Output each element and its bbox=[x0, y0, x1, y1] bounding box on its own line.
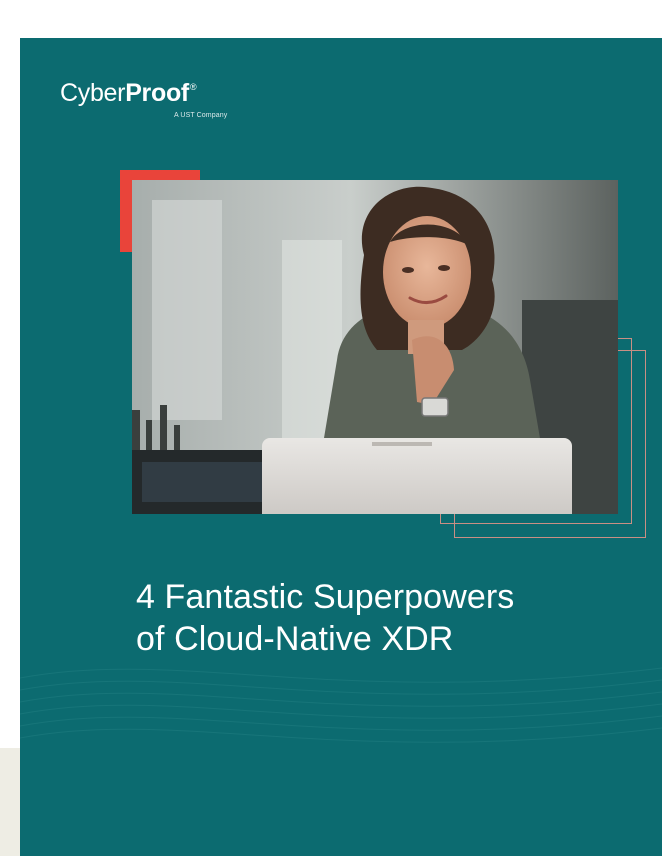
cover-title-line1: 4 Fantastic Superpowers bbox=[136, 578, 515, 616]
logo-text-light: Cyber bbox=[60, 79, 126, 107]
registered-mark: ® bbox=[189, 82, 197, 92]
logo-tagline: A UST Company bbox=[174, 112, 228, 119]
woman-at-laptop-illustration bbox=[132, 180, 618, 514]
cover-photo bbox=[132, 180, 618, 514]
logo-text-bold: Proof bbox=[125, 79, 189, 107]
cover-title: 4 Fantastic Superpowers of Cloud-Native … bbox=[136, 576, 636, 660]
cyberproof-logo: CyberProof® bbox=[60, 79, 197, 107]
cover-title-line2: of Cloud-Native XDR bbox=[136, 620, 454, 658]
ebook-cover[interactable]: CyberProof® A UST Company 4 Fantastic Su… bbox=[20, 38, 662, 856]
wave-lines-decoration bbox=[20, 667, 662, 743]
